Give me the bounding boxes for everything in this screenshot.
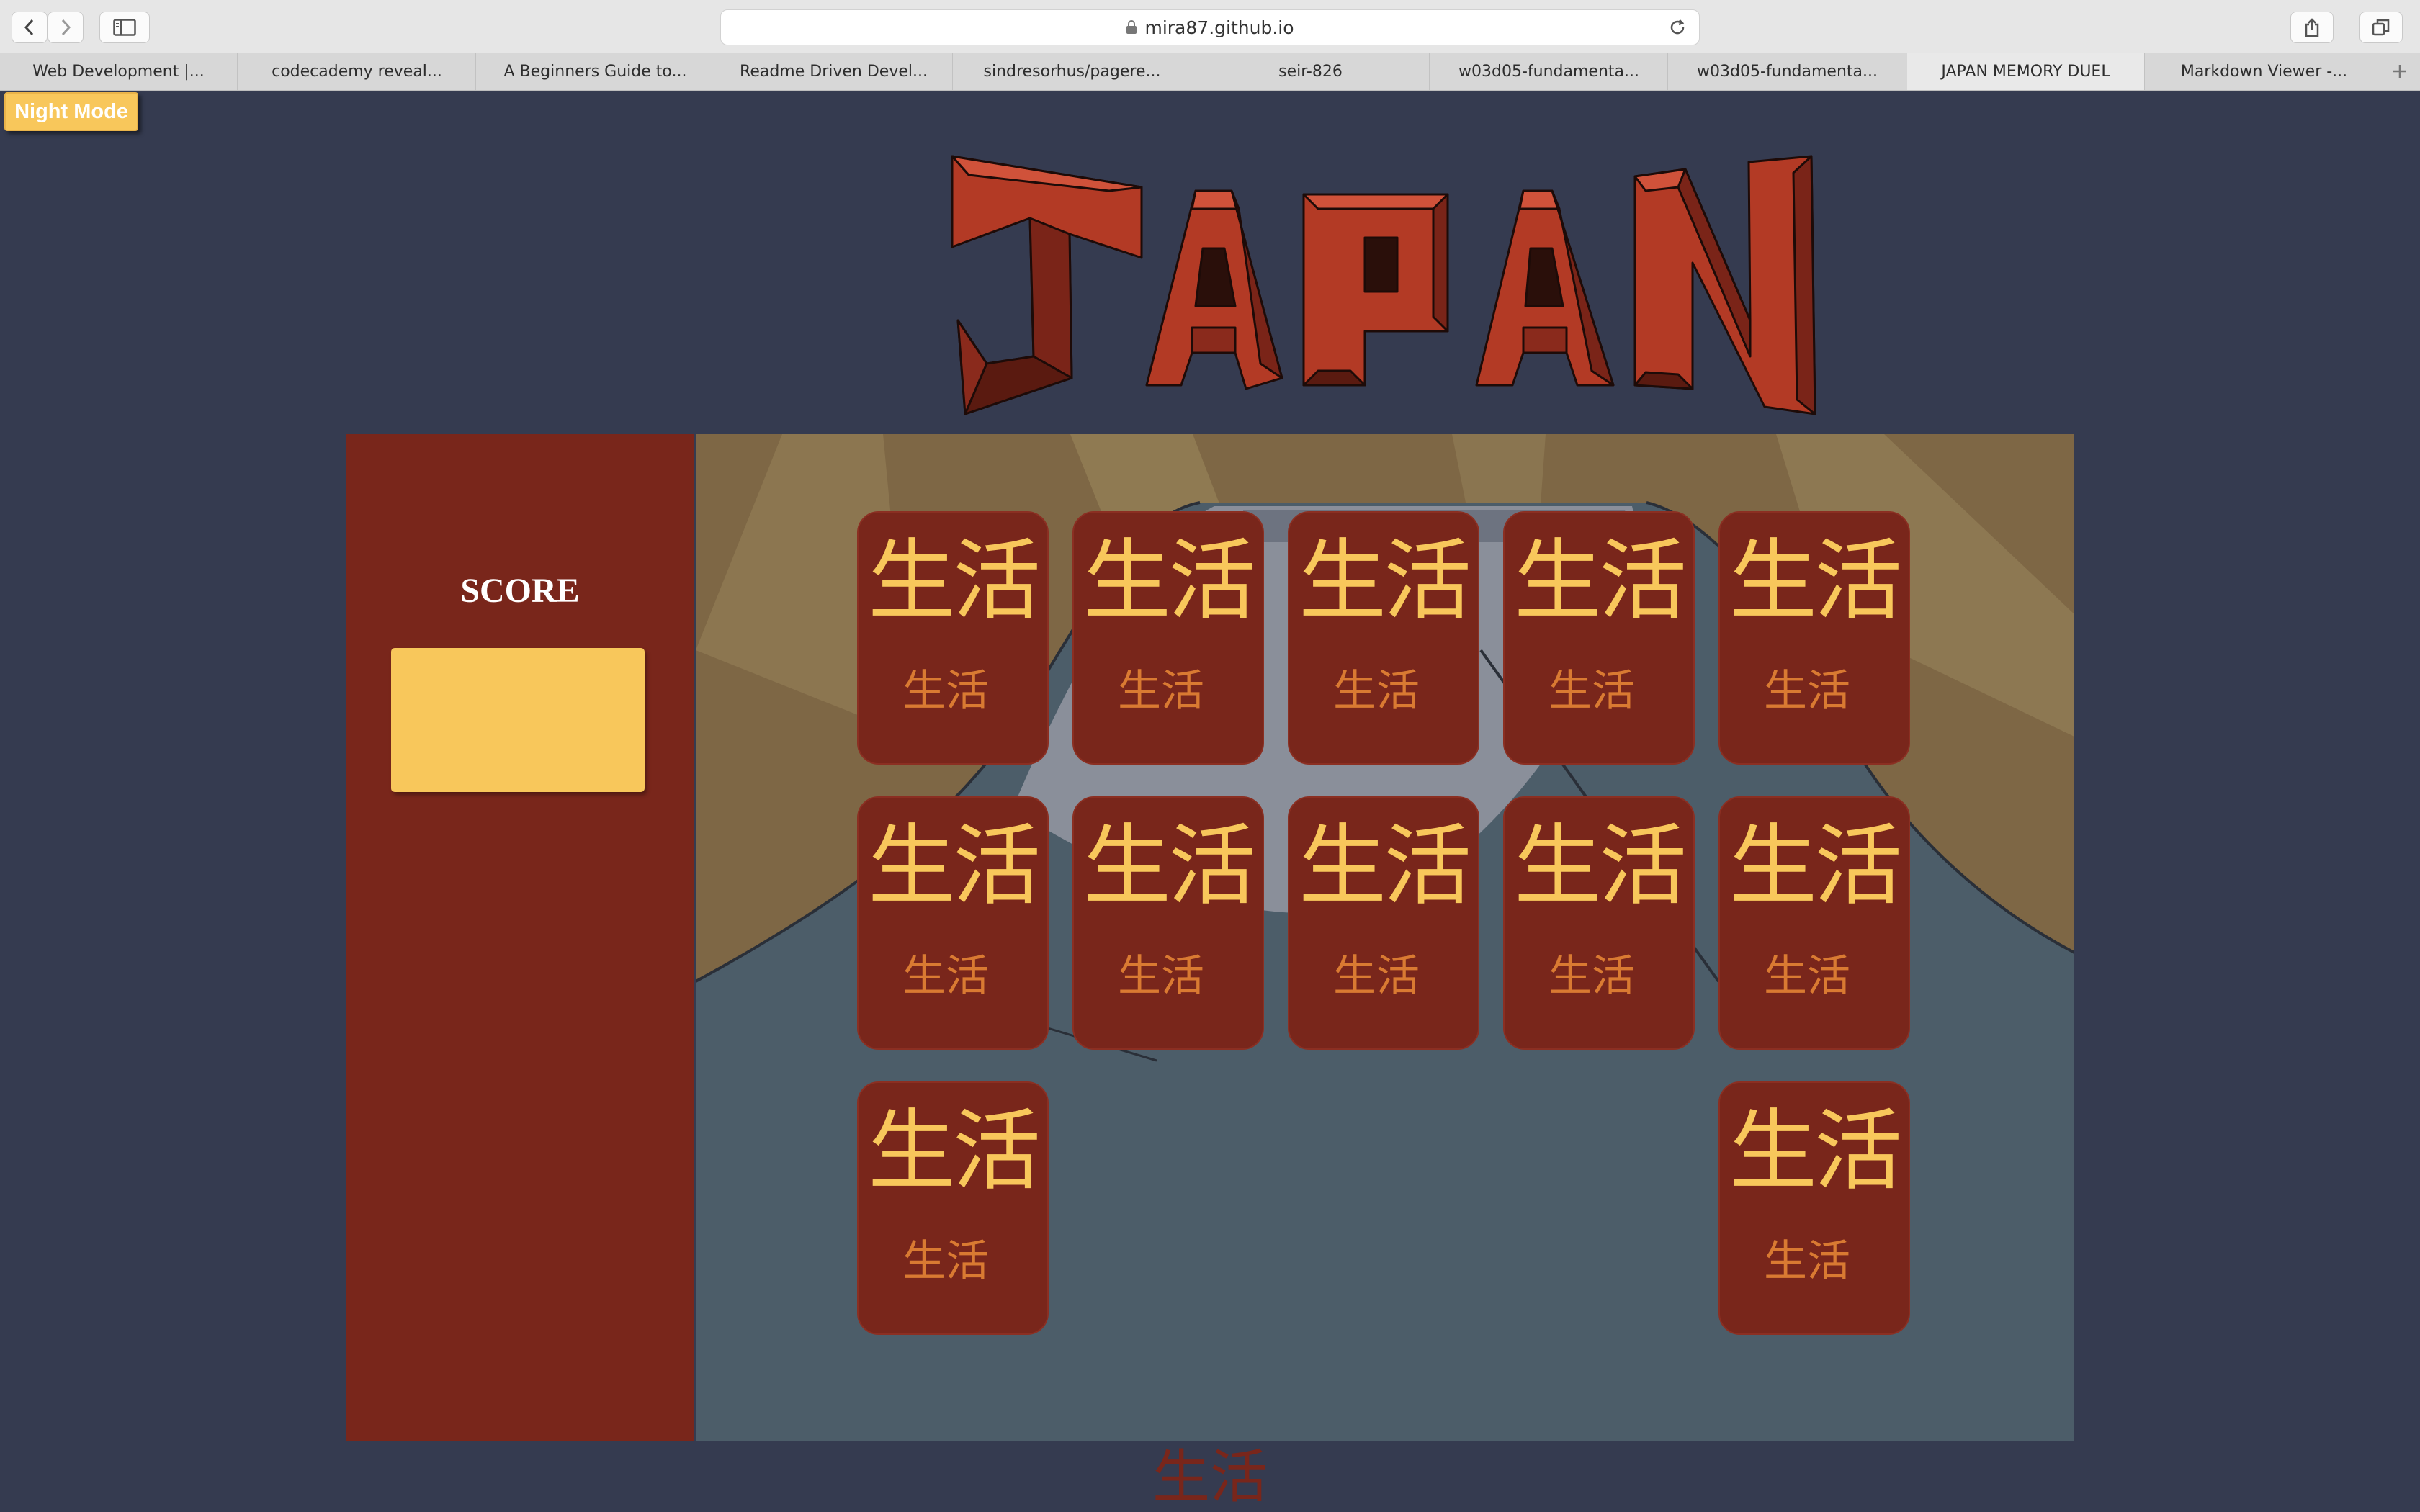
card-kanji-small: 生活 (1549, 951, 1635, 1002)
card-kanji-large: 生活 (1514, 815, 1687, 917)
memory-card[interactable]: 生活 生活 (1288, 511, 1479, 765)
card-kanji-small: 生活 (1549, 666, 1635, 716)
card-kanji-large: 生活 (1729, 1100, 1902, 1202)
share-button[interactable] (2290, 12, 2334, 43)
logo-letter-j (951, 155, 1143, 415)
score-panel: SCORE (346, 434, 694, 1441)
memory-card[interactable]: 生活 生活 (1718, 511, 1910, 765)
tab-label: w03d05-fundamenta... (1458, 62, 1639, 81)
reload-icon[interactable] (1667, 17, 1688, 37)
tab-3[interactable]: A Beginners Guide to... (477, 53, 714, 90)
tab-bar: Web Development |... codecademy reveal..… (0, 53, 2420, 91)
card-kanji-small: 生活 (1118, 951, 1204, 1002)
memory-card[interactable]: 生活 生活 (1718, 1081, 1910, 1335)
logo-letter-p (1302, 193, 1449, 387)
memory-card[interactable]: 生活 生活 (1072, 796, 1264, 1050)
tab-label: Readme Driven Devel... (740, 62, 928, 81)
memory-card[interactable]: 生活 生活 (1288, 796, 1479, 1050)
tabs-overview-icon (2372, 19, 2390, 36)
card-kanji-small: 生活 (902, 1236, 989, 1287)
tab-2[interactable]: codecademy reveal... (238, 53, 476, 90)
tab-4[interactable]: Readme Driven Devel... (715, 53, 953, 90)
tab-8[interactable]: w03d05-fundamenta... (1669, 53, 1906, 90)
tab-7[interactable]: w03d05-fundamenta... (1430, 53, 1668, 90)
back-icon (24, 19, 34, 36)
card-kanji-small: 生活 (1764, 1236, 1850, 1287)
card-kanji-large: 生活 (1729, 815, 1902, 917)
tab-label: JAPAN MEMORY DUEL (1941, 62, 2110, 81)
card-kanji-small: 生活 (902, 951, 989, 1002)
score-display (391, 648, 645, 792)
game-board: 生活 生活 生活 生活 生活 生活 生活 生活 生活 生活 生活 生活 生活 生… (696, 434, 2074, 1441)
card-kanji-small: 生活 (1333, 666, 1420, 716)
memory-card[interactable]: 生活 生活 (857, 796, 1049, 1050)
url-text: mira87.github.io (1144, 17, 1294, 38)
card-kanji-large: 生活 (1083, 815, 1256, 917)
sidebar-icon (113, 19, 136, 36)
night-mode-button[interactable]: Night Mode (4, 92, 138, 131)
tab-label: w03d05-fundamenta... (1697, 62, 1878, 81)
card-kanji-small: 生活 (1333, 951, 1420, 1002)
browser-toolbar: mira87.github.io (0, 0, 2420, 53)
tab-label: Web Development |... (32, 62, 205, 81)
tab-label: seir-826 (1278, 62, 1343, 81)
card-kanji-small: 生活 (1764, 666, 1850, 716)
memory-card[interactable]: 生活 生活 (1503, 511, 1695, 765)
score-label: SCORE (460, 572, 580, 610)
card-kanji-large: 生活 (1299, 530, 1471, 632)
card-kanji-large: 生活 (868, 530, 1041, 632)
card-kanji-large: 生活 (868, 1100, 1041, 1202)
logo-letter-a-1 (1145, 189, 1283, 390)
memory-card[interactable]: 生活 生活 (857, 1081, 1049, 1335)
new-tab-icon (2393, 65, 2406, 78)
card-kanji-large: 生活 (1083, 530, 1256, 632)
card-kanji-large: 生活 (1514, 530, 1687, 632)
card-kanji-small: 生活 (1764, 951, 1850, 1002)
address-bar[interactable]: mira87.github.io (720, 9, 1700, 45)
tab-9-active[interactable]: JAPAN MEMORY DUEL (1907, 53, 2145, 90)
memory-card[interactable]: 生活 生活 (1072, 511, 1264, 765)
tab-5[interactable]: sindresorhus/pagere... (954, 53, 1191, 90)
back-button[interactable] (12, 12, 48, 43)
card-kanji-large: 生活 (1729, 530, 1902, 632)
memory-card[interactable]: 生活 生活 (857, 511, 1049, 765)
tab-label: Markdown Viewer -... (2180, 62, 2348, 81)
forward-icon (61, 19, 71, 36)
tab-label: codecademy reveal... (272, 62, 442, 81)
logo-letter-n (1634, 155, 1816, 415)
tab-10[interactable]: Markdown Viewer -... (2146, 53, 2383, 90)
card-kanji-large: 生活 (868, 815, 1041, 917)
card-kanji-large: 生活 (1299, 815, 1471, 917)
new-tab-button[interactable] (2385, 53, 2414, 90)
tab-6[interactable]: seir-826 (1192, 53, 1430, 90)
logo-letter-a-2 (1475, 189, 1615, 387)
japan-logo (951, 155, 1816, 415)
tab-1[interactable]: Web Development |... (0, 53, 238, 90)
memory-card[interactable]: 生活 生活 (1718, 796, 1910, 1050)
sidebar-button[interactable] (99, 12, 150, 43)
tabs-overview-button[interactable] (2360, 12, 2403, 43)
card-kanji-small: 生活 (1118, 666, 1204, 716)
footer-kanji: 生活 (1152, 1444, 1268, 1511)
lock-icon (1126, 20, 1137, 34)
forward-button[interactable] (48, 12, 84, 43)
memory-card[interactable]: 生活 生活 (1503, 796, 1695, 1050)
tab-label: sindresorhus/pagere... (983, 62, 1161, 81)
tab-label: A Beginners Guide to... (503, 62, 687, 81)
card-kanji-small: 生活 (902, 666, 989, 716)
share-icon (2305, 18, 2319, 37)
